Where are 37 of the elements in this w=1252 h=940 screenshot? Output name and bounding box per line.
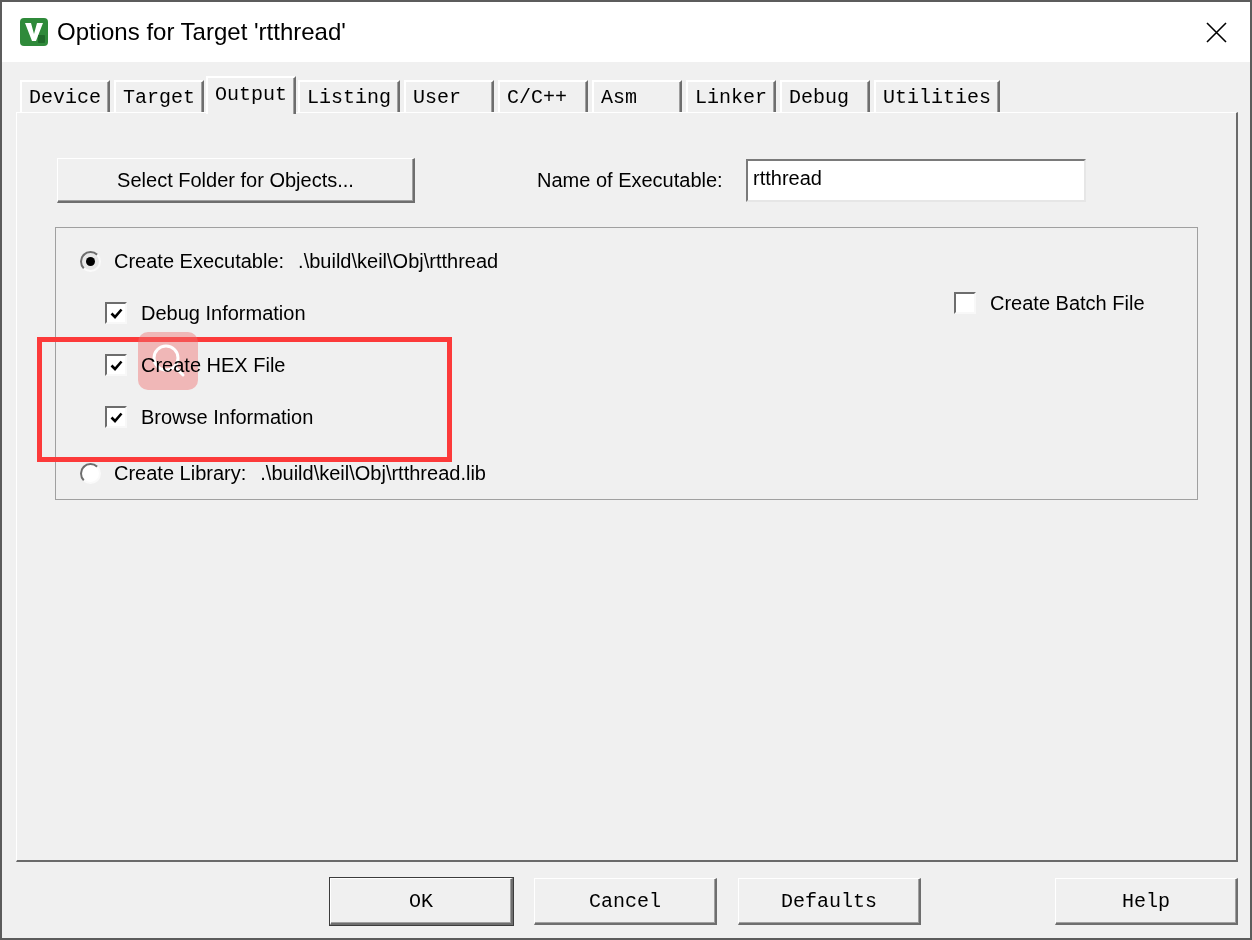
- dialog-button[interactable]: Cancel: [534, 878, 717, 925]
- output-path: .\build\keil\Obj\rtthread.lib: [260, 461, 486, 485]
- checkbox[interactable]: [105, 302, 127, 324]
- checkbox-label: Create Batch File: [990, 291, 1145, 315]
- tab[interactable]: Utilities: [874, 80, 1001, 112]
- checkbox[interactable]: [105, 354, 127, 376]
- tab[interactable]: Asm: [592, 80, 683, 112]
- checkbox-label: Create HEX File: [141, 353, 286, 377]
- select-folder-button[interactable]: Select Folder for Objects...: [57, 158, 415, 203]
- output-path: .\build\keil\Obj\rtthread: [298, 249, 499, 273]
- window-title: Options for Target 'rtthread': [57, 18, 346, 46]
- dialog-button[interactable]: OK: [330, 878, 513, 925]
- tab[interactable]: Linker: [686, 80, 777, 112]
- checkbox-label: Debug Information: [141, 301, 306, 325]
- checkbox-label: Browse Information: [141, 405, 314, 429]
- radio-button[interactable]: [80, 462, 101, 484]
- dialog-button[interactable]: Help: [1055, 878, 1238, 925]
- checkmark-icon: [109, 307, 123, 319]
- radio-label: Create Library:: [114, 461, 247, 485]
- tab[interactable]: Target: [114, 80, 205, 112]
- tab[interactable]: C/C++: [498, 80, 589, 112]
- checkbox[interactable]: [954, 292, 976, 314]
- field-label: Name of Executable:: [537, 169, 724, 192]
- executable-name-field[interactable]: rtthread: [746, 159, 1086, 202]
- checkmark-icon: [109, 411, 123, 423]
- checkbox[interactable]: [105, 406, 127, 428]
- tab[interactable]: Debug: [780, 80, 871, 112]
- close-icon: [1205, 21, 1227, 43]
- radio-button[interactable]: [80, 250, 101, 272]
- tab[interactable]: Listing: [298, 80, 401, 112]
- tab[interactable]: User: [404, 80, 495, 112]
- checkmark-icon: [109, 359, 123, 371]
- radio-label: Create Executable:: [114, 249, 285, 273]
- app-logo-icon: [20, 18, 48, 46]
- tab[interactable]: Output: [206, 76, 297, 114]
- tab[interactable]: Device: [20, 80, 110, 112]
- dialog-button[interactable]: Defaults: [738, 878, 921, 925]
